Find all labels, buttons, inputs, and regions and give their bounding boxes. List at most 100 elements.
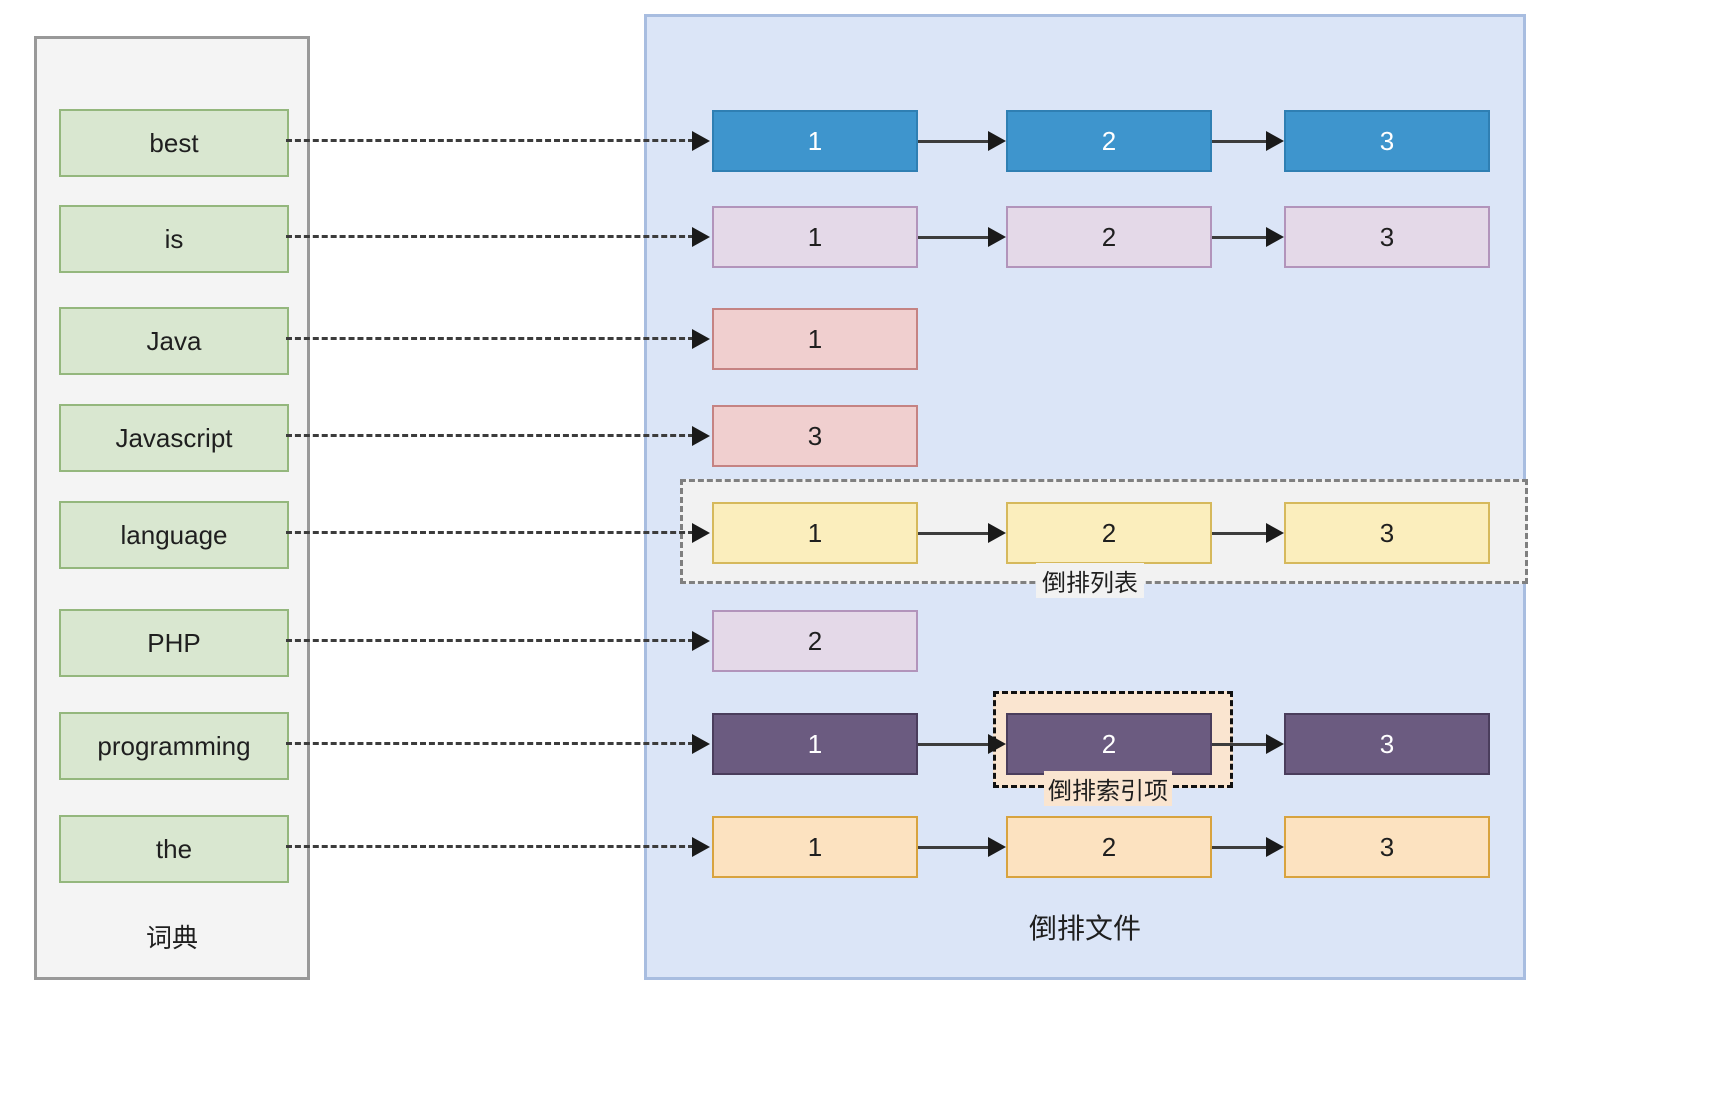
- posting-chain-arrow: [1212, 734, 1284, 754]
- posting-doc-id: 3: [1379, 831, 1395, 862]
- arrow-head-icon: [1266, 837, 1284, 857]
- posting-box-language-2[interactable]: 2: [1006, 502, 1212, 564]
- dictionary-term-language[interactable]: language: [59, 501, 289, 569]
- dictionary-term-label: best: [149, 127, 199, 158]
- dictionary-term-label: Java: [146, 325, 202, 356]
- dictionary-caption: 词典: [145, 923, 198, 953]
- dashed-shaft: [286, 434, 694, 437]
- posting-box-is-2[interactable]: 2: [1006, 206, 1212, 268]
- arrow-head-icon: [692, 631, 710, 651]
- arrow-head-icon: [692, 227, 710, 247]
- posting-chain-arrow: [918, 837, 1006, 857]
- posting-box-language-3[interactable]: 3: [1284, 502, 1490, 564]
- posting-chain-arrow: [1212, 523, 1284, 543]
- dictionary-posting-connector-java: [286, 329, 712, 349]
- arrow-head-icon: [988, 131, 1006, 151]
- posting-doc-id: 3: [807, 420, 823, 451]
- dictionary-posting-connector-javascript: [286, 426, 712, 446]
- posting-box-programming-1[interactable]: 1: [712, 713, 918, 775]
- posting-doc-id: 3: [1379, 125, 1395, 156]
- dashed-shaft: [286, 337, 694, 340]
- dashed-shaft: [286, 742, 694, 745]
- dictionary-posting-connector-programming: [286, 734, 712, 754]
- arrow-head-icon: [1266, 227, 1284, 247]
- posting-box-the-1[interactable]: 1: [712, 816, 918, 878]
- dictionary-term-php[interactable]: PHP: [59, 609, 289, 677]
- dictionary-term-label: Javascript: [115, 422, 233, 453]
- dictionary-term-programming[interactable]: programming: [59, 712, 289, 780]
- arrow-head-icon: [692, 426, 710, 446]
- dictionary-term-java[interactable]: Java: [59, 307, 289, 375]
- posting-doc-id: 3: [1379, 517, 1395, 548]
- arrow-head-icon: [692, 837, 710, 857]
- diagram-canvas: best is Java Javascript language PHP programmi…: [0, 0, 1716, 1102]
- dictionary-term-label: programming: [97, 730, 251, 761]
- arrow-head-icon: [988, 837, 1006, 857]
- posting-chain-arrow: [1212, 227, 1284, 247]
- dictionary-term-the[interactable]: the: [59, 815, 289, 883]
- arrow-shaft: [1212, 846, 1268, 849]
- posting-box-best-3[interactable]: 3: [1284, 110, 1490, 172]
- posting-doc-id: 2: [1101, 517, 1117, 548]
- posting-doc-id: 1: [807, 517, 823, 548]
- posting-box-is-1[interactable]: 1: [712, 206, 918, 268]
- dictionary-posting-connector-best: [286, 131, 712, 151]
- inverted-file-caption: 倒排文件: [1028, 913, 1141, 944]
- posting-box-best-2[interactable]: 2: [1006, 110, 1212, 172]
- arrow-shaft: [918, 236, 990, 239]
- posting-box-is-3[interactable]: 3: [1284, 206, 1490, 268]
- dictionary-term-label: the: [155, 833, 193, 864]
- dashed-shaft: [286, 531, 694, 534]
- dictionary-term-best[interactable]: best: [59, 109, 289, 177]
- posting-chain-arrow: [918, 227, 1006, 247]
- arrow-head-icon: [692, 523, 710, 543]
- posting-chain-arrow: [1212, 131, 1284, 151]
- posting-doc-id: 2: [807, 625, 823, 656]
- posting-doc-id: 2: [1101, 728, 1117, 759]
- arrow-shaft: [1212, 743, 1268, 746]
- dashed-shaft: [286, 845, 694, 848]
- dictionary-term-javascript[interactable]: Javascript: [59, 404, 289, 472]
- arrow-head-icon: [1266, 734, 1284, 754]
- posting-box-language-1[interactable]: 1: [712, 502, 918, 564]
- arrow-head-icon: [1266, 523, 1284, 543]
- posting-doc-id: 1: [807, 125, 823, 156]
- dictionary-term-is[interactable]: is: [59, 205, 289, 273]
- arrow-head-icon: [692, 329, 710, 349]
- arrow-head-icon: [988, 523, 1006, 543]
- posting-chain-arrow: [918, 734, 1006, 754]
- posting-doc-id: 2: [1101, 125, 1117, 156]
- posting-box-programming-3[interactable]: 3: [1284, 713, 1490, 775]
- dashed-shaft: [286, 235, 694, 238]
- arrow-shaft: [1212, 140, 1268, 143]
- posting-doc-id: 1: [807, 221, 823, 252]
- inverted-list-label: 倒排列表: [1036, 563, 1144, 598]
- posting-doc-id: 2: [1101, 831, 1117, 862]
- posting-doc-id: 2: [1101, 221, 1117, 252]
- dictionary-posting-connector-is: [286, 227, 712, 247]
- posting-box-java-1[interactable]: 1: [712, 308, 918, 370]
- posting-doc-id: 1: [807, 323, 823, 354]
- dictionary-posting-connector-the: [286, 837, 712, 857]
- arrow-head-icon: [988, 734, 1006, 754]
- posting-box-php-1[interactable]: 2: [712, 610, 918, 672]
- arrow-shaft: [918, 532, 990, 535]
- posting-box-the-2[interactable]: 2: [1006, 816, 1212, 878]
- posting-doc-id: 1: [807, 728, 823, 759]
- arrow-head-icon: [1266, 131, 1284, 151]
- posting-box-javascript-1[interactable]: 3: [712, 405, 918, 467]
- arrow-shaft: [918, 140, 990, 143]
- posting-box-programming-2[interactable]: 2: [1006, 713, 1212, 775]
- dashed-shaft: [286, 139, 694, 142]
- arrow-shaft: [918, 846, 990, 849]
- dictionary-panel: best is Java Javascript language PHP programmi…: [34, 36, 310, 980]
- posting-doc-id: 1: [807, 831, 823, 862]
- posting-box-the-3[interactable]: 3: [1284, 816, 1490, 878]
- inverted-index-entry-label: 倒排索引项: [1044, 771, 1172, 806]
- arrow-head-icon: [988, 227, 1006, 247]
- posting-chain-arrow: [918, 131, 1006, 151]
- posting-box-best-1[interactable]: 1: [712, 110, 918, 172]
- arrow-shaft: [1212, 532, 1268, 535]
- posting-doc-id: 3: [1379, 221, 1395, 252]
- posting-chain-arrow: [918, 523, 1006, 543]
